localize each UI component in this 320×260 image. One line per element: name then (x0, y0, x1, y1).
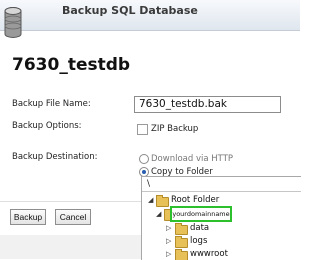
divider (0, 201, 141, 202)
zip-backup-label: ZIP Backup (151, 124, 199, 134)
footer-strip (0, 235, 141, 259)
tree-folder-wwwroot[interactable]: wwwroot (190, 249, 228, 259)
collapsed-data-icon[interactable]: ▷ (166, 224, 171, 232)
dialog-titlebar: Backup SQL Database (0, 0, 300, 31)
collapsed-wwwroot-icon[interactable]: ▷ (166, 250, 171, 258)
backup-file-name-label: Backup File Name: (12, 99, 91, 109)
backup-file-name-input[interactable]: 7630_testdb.bak (134, 96, 281, 113)
database-name-heading: 7630_testdb (12, 55, 131, 75)
backup-button[interactable]: Backup (10, 209, 46, 225)
expand-domain-icon[interactable]: ◢ (156, 210, 161, 218)
expand-root-icon[interactable]: ◢ (148, 196, 153, 204)
tree-folder-data[interactable]: data (190, 223, 209, 233)
logs-folder-icon (175, 236, 188, 248)
cancel-button[interactable]: Cancel (55, 209, 91, 225)
folder-path-field[interactable]: \ (142, 177, 301, 192)
root-folder-icon (156, 195, 169, 207)
tree-folder-domain[interactable]: yourdomainname (170, 206, 232, 222)
data-folder-icon (175, 223, 188, 235)
zip-backup-checkbox[interactable] (137, 124, 148, 135)
tree-root-folder[interactable]: Root Folder (171, 195, 219, 205)
tree-folder-logs[interactable]: logs (190, 236, 207, 246)
backup-options-label: Backup Options: (12, 121, 82, 131)
database-icon (4, 7, 22, 38)
collapsed-logs-icon[interactable]: ▷ (166, 237, 171, 245)
dialog-title: Backup SQL Database (62, 4, 198, 17)
download-http-radio[interactable] (139, 154, 149, 164)
download-http-label: Download via HTTP (151, 154, 234, 164)
backup-destination-label: Backup Destination: (12, 152, 98, 162)
